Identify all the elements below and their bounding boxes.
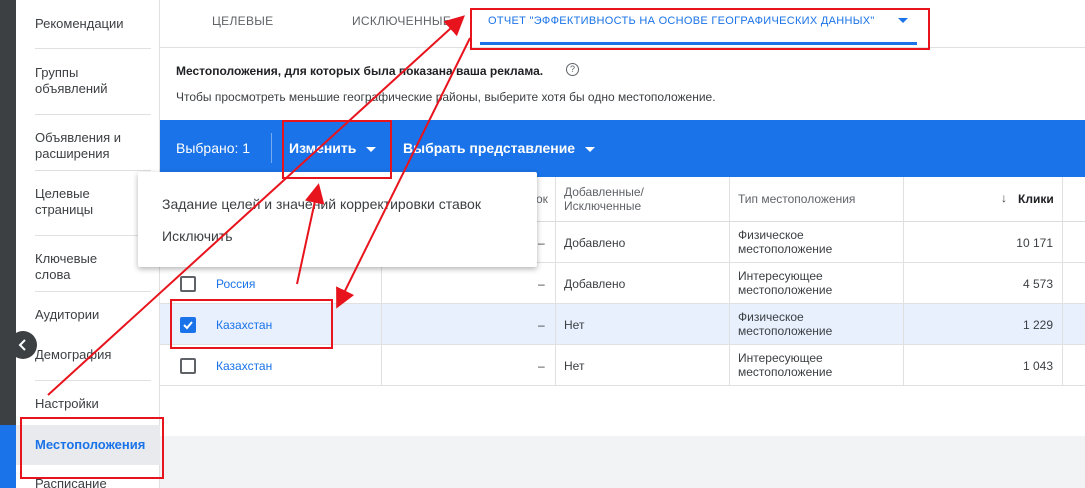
- chevron-left-icon: [18, 339, 26, 351]
- column-header-clicks[interactable]: Клики: [1018, 192, 1054, 206]
- checkmark-icon: [183, 321, 193, 330]
- row-checkbox[interactable]: [180, 358, 196, 374]
- menu-item-exclude[interactable]: Исключить: [162, 228, 233, 244]
- column-header-location-type[interactable]: Тип местоположения: [738, 192, 855, 206]
- sidebar-divider: [35, 48, 151, 49]
- location-type: Интересующее местоположение: [738, 351, 833, 379]
- added-status: Нет: [564, 359, 585, 373]
- select-view-button[interactable]: Выбрать представление: [403, 140, 596, 156]
- row-checkbox-checked[interactable]: [180, 317, 196, 333]
- location-name[interactable]: Казахстан: [216, 318, 272, 332]
- bid-adjustment: –: [538, 236, 545, 250]
- edit-button[interactable]: Изменить: [289, 140, 377, 156]
- clicks-value: 4 573: [1022, 277, 1053, 291]
- row-checkbox[interactable]: [180, 276, 196, 292]
- added-status: Добавлено: [564, 277, 626, 291]
- card-title: Местоположения, для которых была показан…: [176, 64, 544, 78]
- sidebar-divider: [35, 235, 151, 236]
- table-row-selected[interactable]: Казахстан – Нет Физическое местоположени…: [160, 304, 1085, 345]
- column-header-bid[interactable]: ок: [536, 192, 548, 206]
- clicks-value: 10 171: [1016, 236, 1053, 250]
- edit-caret-icon: [366, 146, 377, 152]
- sidebar-item-schedule[interactable]: Расписание: [16, 476, 160, 488]
- view-caret-icon: [585, 146, 596, 152]
- sidebar-item-landing-pages[interactable]: Целевые страницы: [16, 186, 116, 218]
- sidebar-divider: [35, 380, 151, 381]
- location-type: Интересующее местоположение: [738, 269, 833, 297]
- sidebar-item-demographics[interactable]: Демография: [16, 347, 160, 363]
- tab-bar: ЦЕЛЕВЫЕ ИСКЛЮЧЕННЫЕ ОТЧЕТ "ЭФФЕКТИВНОСТЬ…: [160, 0, 1085, 48]
- sidebar-divider: [35, 291, 151, 292]
- clicks-value: 1 229: [1022, 318, 1053, 332]
- sidebar-item-settings[interactable]: Настройки: [16, 396, 160, 412]
- tab-excluded[interactable]: ИСКЛЮЧЕННЫЕ: [352, 14, 451, 28]
- sidebar-divider: [35, 170, 151, 171]
- table-row[interactable]: Казахстан – Нет Интересующее местоположе…: [160, 345, 1085, 386]
- selected-count: Выбрано: 1: [176, 140, 251, 156]
- column-divider: [555, 177, 556, 386]
- sidebar-divider: [35, 114, 151, 115]
- added-status: Нет: [564, 318, 585, 332]
- sidebar-item-keywords[interactable]: Ключевые слова: [16, 251, 116, 283]
- sidebar-item-ads-extensions[interactable]: Объявления и расширения: [16, 130, 136, 162]
- sidebar-item-locations[interactable]: Местоположения: [16, 425, 160, 465]
- column-divider: [903, 177, 904, 386]
- table-row[interactable]: Россия – Добавлено Интересующее местопол…: [160, 263, 1085, 304]
- action-bar-separator: [271, 133, 272, 163]
- active-tab-underline: [480, 42, 917, 45]
- bid-adjustment: –: [538, 277, 545, 291]
- clicks-value: 1 043: [1022, 359, 1053, 373]
- edit-dropdown-menu: Задание целей и значений корректировки с…: [138, 172, 537, 267]
- card-subtitle: Чтобы просмотреть меньшие географические…: [176, 90, 716, 104]
- collapse-sidebar-button[interactable]: [9, 331, 37, 359]
- tab-dropdown-caret-icon[interactable]: [898, 18, 908, 23]
- tab-geo-report[interactable]: ОТЧЕТ "ЭФФЕКТИВНОСТЬ НА ОСНОВЕ ГЕОГРАФИЧ…: [488, 15, 875, 27]
- tab-targeted[interactable]: ЦЕЛЕВЫЕ: [212, 14, 274, 28]
- column-divider: [1062, 177, 1063, 386]
- sidebar-item-ad-groups[interactable]: Группы объявлений: [16, 65, 136, 97]
- app-page: Рекомендации Группы объявлений Объявлени…: [0, 0, 1085, 488]
- sort-arrow-down-icon[interactable]: ↓: [1001, 191, 1007, 205]
- location-name[interactable]: Россия: [216, 277, 255, 291]
- added-status: Добавлено: [564, 236, 626, 250]
- help-icon[interactable]: ?: [566, 63, 579, 76]
- location-name[interactable]: Казахстан: [216, 359, 272, 373]
- menu-item-set-targeting[interactable]: Задание целей и значений корректировки с…: [162, 196, 481, 212]
- bid-adjustment: –: [538, 359, 545, 373]
- column-divider: [729, 177, 730, 386]
- sidebar-item-audiences[interactable]: Аудитории: [16, 307, 160, 323]
- left-rail-active-marker: [0, 425, 16, 488]
- column-header-added-excluded[interactable]: Добавленные/ Исключенные: [564, 185, 684, 213]
- selection-action-bar: Выбрано: 1 Изменить Выбрать представлени…: [160, 120, 1085, 177]
- bid-adjustment: –: [538, 318, 545, 332]
- left-rail: [0, 0, 16, 488]
- edit-button-label: Изменить: [289, 140, 357, 156]
- location-type: Физическое местоположение: [738, 310, 833, 338]
- location-type: Физическое местоположение: [738, 228, 833, 256]
- select-view-label: Выбрать представление: [403, 140, 576, 156]
- sidebar-item-recommendations[interactable]: Рекомендации: [16, 16, 160, 32]
